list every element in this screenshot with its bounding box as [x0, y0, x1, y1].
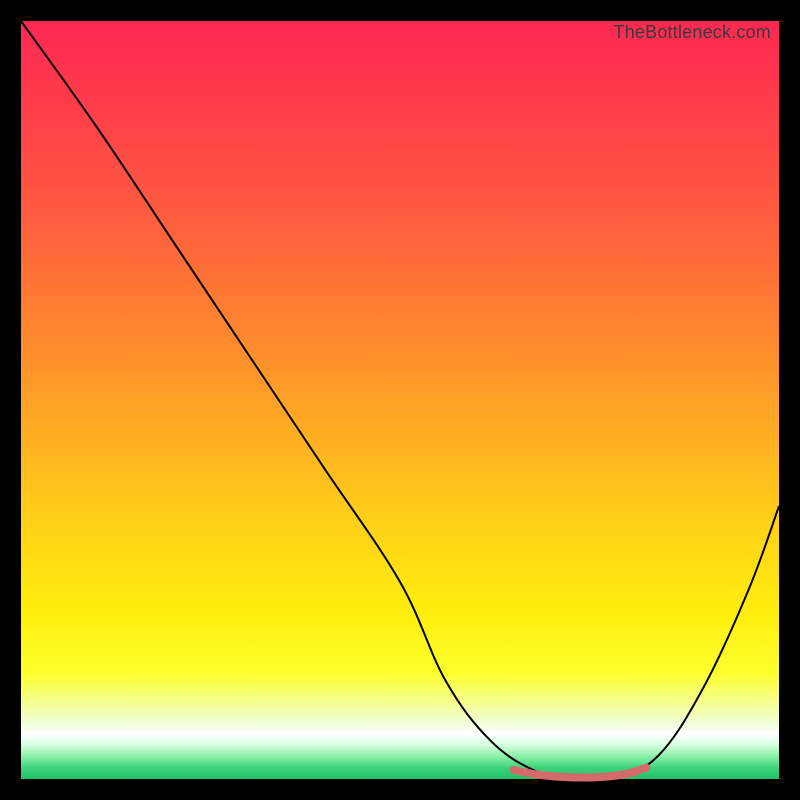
chart-frame: TheBottleneck.com [0, 0, 800, 800]
plot-area: TheBottleneck.com [21, 21, 779, 779]
curve-layer [21, 21, 779, 779]
bottleneck-curve [21, 21, 779, 781]
